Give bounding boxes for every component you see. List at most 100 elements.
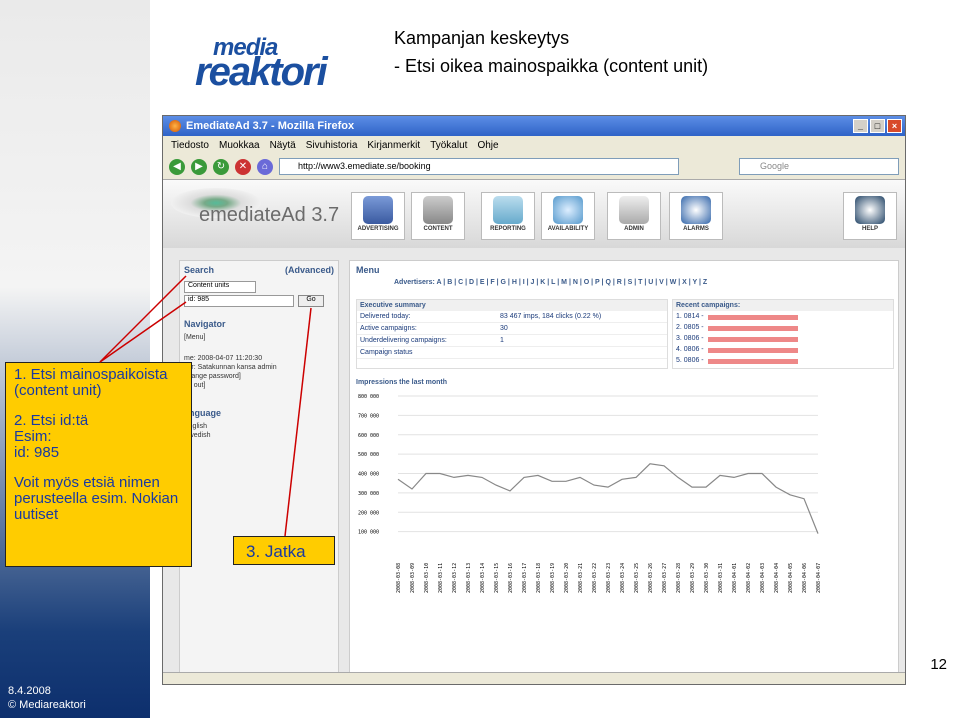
search-type-select[interactable]: Content units bbox=[184, 281, 256, 293]
advertising-icon bbox=[363, 196, 393, 224]
stop-icon[interactable]: ✕ bbox=[235, 158, 251, 175]
menu-advertising[interactable]: ADVERTISING bbox=[351, 192, 405, 240]
menu-alarms-label: ALARMS bbox=[683, 226, 709, 232]
menu-reporting[interactable]: REPORTING bbox=[481, 192, 535, 240]
menu-muokkaa[interactable]: Muokkaa bbox=[219, 140, 260, 151]
back-icon[interactable]: ◀ bbox=[169, 158, 185, 175]
menu-sivuhistoria[interactable]: Sivuhistoria bbox=[306, 140, 358, 151]
x-tick-label: 2008-03-31 bbox=[718, 563, 724, 593]
executive-heading: Executive summary bbox=[357, 300, 667, 311]
brand-version: 3.7 bbox=[311, 204, 340, 226]
summary-row: Underdelivering campaigns: 1 bbox=[357, 335, 667, 347]
logout-link[interactable]: og out] bbox=[180, 381, 338, 390]
list-item[interactable]: 2. 0805 - bbox=[673, 322, 893, 333]
x-tick-label: 2008-03-25 bbox=[634, 563, 640, 593]
summary-row: Delivered today: 83 467 imps, 184 clicks … bbox=[357, 311, 667, 323]
step3-callout: 3. Jatka bbox=[233, 536, 335, 565]
firefox-titlebar: EmediateAd 3.7 - Mozilla Firefox _ □ × bbox=[163, 116, 905, 136]
footer-copyright: © Mediareaktori bbox=[8, 699, 86, 711]
firefox-navbar: ◀ ▶ ↻ ✕ ⌂ http://www3.emediate.se/bookin… bbox=[163, 154, 905, 180]
x-tick-label: 2008-03-17 bbox=[522, 563, 528, 593]
page-content: emediateAd 3.7 ADVERTISING CONTENT REPOR… bbox=[163, 180, 905, 684]
menu-help[interactable]: HELP bbox=[843, 192, 897, 240]
menu-kirjanmerkit[interactable]: Kirjanmerkit bbox=[367, 140, 420, 151]
x-tick-label: 2008-03-16 bbox=[508, 563, 514, 593]
x-tick-label: 2008-03-21 bbox=[578, 563, 584, 593]
firefox-icon bbox=[169, 120, 181, 132]
recent-item-label[interactable]: 4. 0806 - bbox=[676, 346, 704, 353]
step2-note: Voit myös etsiä nimen perusteella esim. … bbox=[14, 474, 179, 523]
minimize-button[interactable]: _ bbox=[853, 119, 868, 133]
close-button[interactable]: × bbox=[887, 119, 902, 133]
url-bar[interactable]: http://www3.emediate.se/booking bbox=[279, 158, 679, 175]
recent-item-label[interactable]: 2. 0805 - bbox=[676, 324, 704, 331]
reload-icon[interactable]: ↻ bbox=[213, 158, 229, 175]
summary-value: 30 bbox=[500, 325, 508, 332]
search-id-input[interactable]: id: 985 bbox=[184, 295, 294, 307]
x-tick-label: 2008-03-23 bbox=[606, 563, 612, 593]
impressions-chart: Impressions the last month 800 000 700 00… bbox=[356, 379, 896, 679]
recent-item-label[interactable]: 3. 0806 - bbox=[676, 335, 704, 342]
language-english[interactable]: English bbox=[180, 422, 338, 431]
campaign-status-link[interactable]: Campaign status bbox=[360, 349, 500, 356]
menu-advertising-label: ADVERTISING bbox=[357, 226, 399, 232]
redacted-bar bbox=[707, 326, 798, 331]
navigator-menu-link[interactable]: [Menu] bbox=[180, 333, 338, 342]
x-tick-label: 2008-04-07 bbox=[816, 563, 822, 593]
menu-content[interactable]: CONTENT bbox=[411, 192, 465, 240]
menu-availability[interactable]: AVAILABILITY bbox=[541, 192, 595, 240]
list-item[interactable]: 5. 0806 - bbox=[673, 355, 893, 366]
list-item[interactable]: 3. 0806 - bbox=[673, 333, 893, 344]
advanced-search-link[interactable]: (Advanced) bbox=[285, 265, 334, 275]
search-input[interactable]: Google bbox=[739, 158, 899, 175]
x-tick-label: 2008-03-19 bbox=[550, 563, 556, 593]
recent-item-label[interactable]: 5. 0806 - bbox=[676, 357, 704, 364]
y-tick-label: 700 000 bbox=[358, 413, 379, 419]
language-swedish[interactable]: Swedish bbox=[180, 431, 338, 440]
x-tick-label: 2008-03-12 bbox=[452, 563, 458, 593]
x-tick-label: 2008-03-13 bbox=[466, 563, 472, 593]
maximize-button[interactable]: □ bbox=[870, 119, 885, 133]
change-password-link[interactable]: change password] bbox=[180, 372, 338, 381]
x-tick-label: 2008-04-05 bbox=[788, 563, 794, 593]
summary-key: Active campaigns: bbox=[360, 325, 417, 332]
summary-row[interactable]: Campaign status bbox=[357, 347, 667, 359]
sidebar: Search (Advanced) Content units id: 985 G… bbox=[179, 260, 339, 680]
help-icon bbox=[855, 196, 885, 224]
slide-title: Kampanjan keskeytys - Etsi oikea mainosp… bbox=[394, 24, 708, 80]
step1-text: 1. Etsi mainospaikoista (content unit) bbox=[14, 366, 168, 399]
menu-ohje[interactable]: Ohje bbox=[477, 140, 498, 151]
content-icon bbox=[423, 196, 453, 224]
forward-icon[interactable]: ▶ bbox=[191, 158, 207, 175]
advertiser-index: Advertisers: A | B | C | D | E | F | G |… bbox=[350, 279, 898, 286]
mediareaktori-logo: media reaktori bbox=[195, 34, 385, 94]
navigator-heading: Navigator bbox=[184, 319, 226, 329]
menu-alarms[interactable]: ALARMS bbox=[669, 192, 723, 240]
executive-summary: Executive summary Delivered today: 83 467… bbox=[356, 299, 668, 369]
slide-subtitle: - Etsi oikea mainospaikka (content unit) bbox=[394, 56, 709, 76]
advertiser-letters[interactable]: A | B | C | D | E | F | G | H | I | J | … bbox=[437, 279, 708, 286]
list-item[interactable]: 4. 0806 - bbox=[673, 344, 893, 355]
home-icon[interactable]: ⌂ bbox=[257, 158, 273, 175]
firefox-window: EmediateAd 3.7 - Mozilla Firefox _ □ × T… bbox=[162, 115, 906, 685]
x-tick-label: 2008-03-14 bbox=[480, 563, 486, 593]
menu-admin[interactable]: ADMIN bbox=[607, 192, 661, 240]
go-button[interactable]: Go bbox=[298, 295, 324, 307]
page-number: 12 bbox=[930, 656, 947, 673]
alarm-clock-icon bbox=[681, 196, 711, 224]
recent-item-label[interactable]: 1. 0814 - bbox=[676, 313, 704, 320]
advertisers-label: Advertisers: bbox=[394, 279, 435, 286]
menu-tyokalut[interactable]: Työkalut bbox=[430, 140, 467, 151]
list-item[interactable]: 1. 0814 - bbox=[673, 311, 893, 322]
series-line bbox=[397, 463, 819, 534]
menu-tiedosto[interactable]: Tiedosto bbox=[171, 140, 209, 151]
footer-date: 8.4.2008 bbox=[8, 685, 51, 697]
x-tick-label: 2008-04-06 bbox=[802, 563, 808, 593]
recent-campaigns: Recent campaigns: 1. 0814 - 2. 0805 - 3.… bbox=[672, 299, 894, 369]
recent-heading: Recent campaigns: bbox=[673, 300, 893, 311]
step2-example-value: id: 985 bbox=[14, 444, 60, 461]
brand-name: emediateAd bbox=[199, 204, 306, 226]
menu-nayta[interactable]: Näytä bbox=[270, 140, 296, 151]
x-tick-label: 2008-04-04 bbox=[774, 563, 780, 593]
x-tick-label: 2008-03-08 bbox=[396, 563, 402, 593]
